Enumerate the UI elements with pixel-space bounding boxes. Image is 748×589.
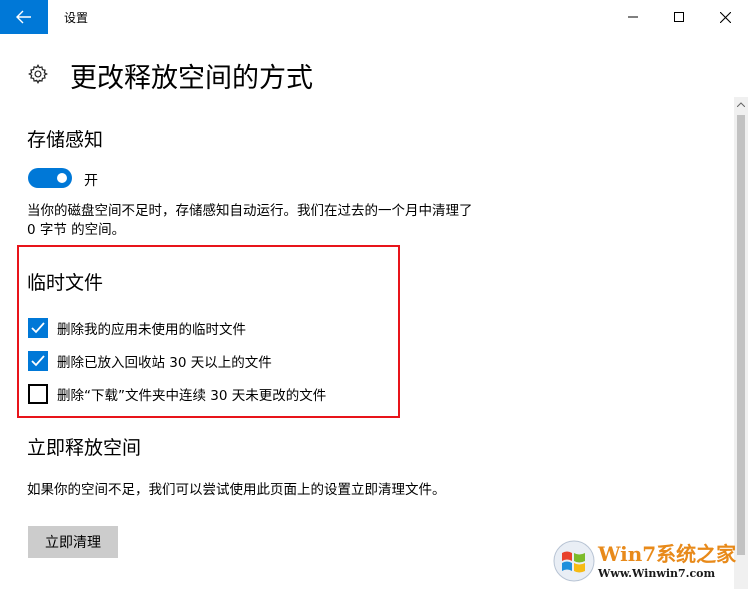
storage-sense-heading: 存储感知 (27, 129, 104, 151)
toggle-state-label: 开 (84, 173, 98, 189)
free-space-heading: 立即释放空间 (27, 437, 142, 459)
storage-sense-description: 当你的磁盘空间不足时，存储感知自动运行。我们在过去的一个月中清理了 0 字节 的… (27, 203, 473, 238)
toggle-knob (57, 173, 67, 183)
checkbox-delete-downloads[interactable]: 删除“下载”文件夹中连续 30 天未更改的文件 (28, 384, 326, 404)
checkbox-checked[interactable] (28, 351, 48, 371)
free-space-description: 如果你的空间不足，我们可以尝试使用此页面上的设置立即清理文件。 (27, 482, 446, 498)
checkbox-delete-unused-temp[interactable]: 删除我的应用未使用的临时文件 (28, 318, 246, 338)
windows-logo-icon (553, 540, 595, 582)
temp-files-heading: 临时文件 (27, 272, 104, 294)
gear-icon (28, 64, 49, 84)
close-button[interactable] (702, 0, 748, 34)
back-button[interactable] (0, 0, 48, 34)
watermark: Win7系统之家 Www.Winwin7.com (550, 536, 744, 586)
arrow-left-icon (16, 10, 31, 24)
checkmark-icon (31, 355, 45, 367)
scroll-thumb[interactable] (737, 115, 745, 555)
checkbox-checked[interactable] (28, 318, 48, 338)
checkbox-unchecked[interactable] (28, 384, 48, 404)
minimize-button[interactable] (610, 0, 656, 34)
checkmark-icon (31, 322, 45, 334)
window-title: 设置 (64, 11, 89, 25)
page-title: 更改释放空间的方式 (70, 63, 313, 94)
chevron-up-icon (737, 101, 745, 107)
watermark-title: Win7系统之家 (598, 542, 737, 566)
maximize-icon (674, 12, 684, 22)
scroll-up-button[interactable] (734, 97, 748, 111)
checkbox-label: 删除“下载”文件夹中连续 30 天未更改的文件 (57, 388, 327, 404)
clean-now-button[interactable]: 立即清理 (28, 526, 118, 558)
minimize-icon (628, 16, 638, 18)
title-bar: 设置 (0, 0, 748, 34)
storage-sense-toggle[interactable] (28, 168, 72, 188)
checkbox-delete-recycle-bin[interactable]: 删除已放入回收站 30 天以上的文件 (28, 351, 272, 371)
maximize-button[interactable] (656, 0, 702, 34)
checkbox-label: 删除我的应用未使用的临时文件 (57, 322, 246, 338)
checkbox-label: 删除已放入回收站 30 天以上的文件 (57, 355, 272, 371)
scrollbar[interactable] (734, 97, 748, 589)
watermark-url: Www.Winwin7.com (598, 567, 716, 580)
close-icon (719, 11, 731, 23)
